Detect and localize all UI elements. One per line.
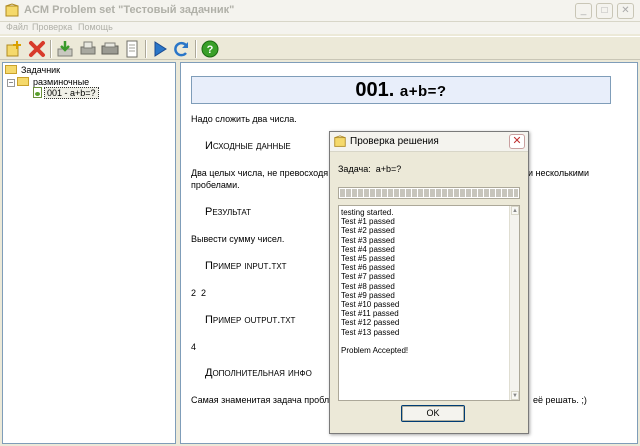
close-icon: ✕ — [512, 135, 522, 147]
maximize-button[interactable]: □ — [596, 3, 613, 19]
sample-output-heading: Пример output.txt — [205, 314, 296, 326]
collapse-icon[interactable]: − — [7, 79, 15, 87]
toolbar-separator — [195, 40, 197, 58]
problem-solved-icon — [33, 87, 42, 98]
sample-output: 4 — [191, 342, 197, 352]
main-window: ACM Problem set "Тестовый задачник" _ □ … — [0, 0, 640, 446]
task-value: a+b=? — [375, 164, 402, 174]
print-preview-icon[interactable] — [100, 39, 120, 59]
problem-title: 001. a+b=? — [191, 76, 611, 104]
document-icon[interactable] — [122, 39, 142, 59]
problem-statement: Надо сложить два числа. — [191, 114, 297, 124]
extra-text-left: Самая знаменитая задача пробле — [191, 395, 335, 405]
app-icon — [5, 3, 19, 17]
toolbar: ? — [0, 36, 640, 60]
app-icon — [334, 135, 346, 147]
close-button[interactable]: ✕ — [617, 3, 634, 19]
problem-code: 001. — [355, 79, 395, 101]
input-text-right: и несколькими — [528, 168, 589, 178]
check-solution-dialog: Проверка решения ✕ Задача: a+b=? testing… — [329, 131, 529, 434]
sample-input-heading: Пример input.txt — [205, 260, 287, 272]
folder-icon — [5, 65, 17, 74]
task-label: Задача: — [338, 164, 371, 174]
log-line: Test #10 passed — [341, 300, 400, 310]
dialog-close-button[interactable]: ✕ — [509, 134, 525, 149]
tree-root-label: Задачник — [21, 65, 61, 75]
log-spacer — [341, 337, 509, 346]
log-line: Test #11 passed — [341, 309, 399, 319]
help-icon[interactable]: ? — [200, 39, 220, 59]
problem-name: a+b=? — [399, 83, 447, 100]
menu-check[interactable]: Проверка — [32, 22, 72, 32]
extra-text-right: её решать. ;) — [533, 395, 587, 405]
minimize-button[interactable]: _ — [575, 3, 592, 19]
log-scrollbar[interactable]: ▲ ▼ — [509, 206, 519, 400]
maximize-icon: □ — [601, 5, 608, 16]
add-icon[interactable] — [4, 39, 24, 59]
test-log[interactable]: testing started. Test #1 passed Test #2 pa… — [338, 205, 520, 401]
tree-group-label: разминочные — [33, 77, 90, 87]
title-bar[interactable]: ACM Problem set "Тестовый задачник" _ □ … — [0, 0, 640, 22]
print-icon[interactable] — [78, 39, 98, 59]
folder-icon — [17, 77, 29, 86]
problem-tree[interactable]: Задачник − разминочные 001 - a+b=? — [2, 62, 176, 444]
log-line: Test #13 passed — [341, 327, 400, 337]
delete-icon[interactable] — [27, 39, 47, 59]
log-line: Test #4 passed — [341, 244, 395, 254]
menu-file[interactable]: Файл — [6, 22, 28, 32]
progress-fill — [340, 189, 518, 197]
ok-button[interactable]: OK — [401, 405, 465, 422]
window-title: ACM Problem set "Тестовый задачник" — [24, 4, 235, 16]
close-icon: ✕ — [621, 5, 630, 16]
log-line: Test #12 passed — [341, 318, 400, 328]
sample-input: 2 2 — [191, 288, 207, 298]
input-text-line2: пробелами. — [191, 180, 240, 190]
tree-item-problem[interactable]: 001 - a+b=? — [33, 87, 99, 99]
minimize-icon: _ — [580, 5, 587, 16]
log-line: testing started. — [341, 208, 394, 217]
log-line: Test #8 passed — [341, 281, 395, 291]
toolbar-separator — [145, 40, 147, 58]
input-text-left: Два целых числа, не превосходя — [191, 168, 329, 178]
log-line: Test #7 passed — [341, 272, 395, 282]
log-line: Test #9 passed — [341, 290, 395, 300]
dialog-title: Проверка решения — [350, 136, 439, 147]
menu-help[interactable]: Помощь — [78, 22, 113, 32]
progress-bar — [338, 187, 520, 199]
input-heading: Исходные данные — [205, 140, 291, 152]
toolbar-separator — [50, 40, 52, 58]
task-row: Задача: a+b=? — [338, 164, 401, 174]
tree-root[interactable]: Задачник — [5, 64, 62, 76]
log-line: Test #2 passed — [341, 226, 395, 236]
output-heading: Результат — [205, 206, 251, 218]
menu-bar: Файл Проверка Помощь — [0, 22, 640, 34]
import-icon[interactable] — [55, 39, 75, 59]
log-line: Test #3 passed — [341, 235, 395, 245]
log-lines: testing started. Test #1 passed Test #2 pa… — [341, 208, 509, 355]
log-line: Problem Accepted! — [341, 345, 409, 355]
dialog-title-bar[interactable]: Проверка решения ✕ — [330, 132, 528, 152]
refresh-icon[interactable] — [172, 39, 192, 59]
run-icon[interactable] — [150, 39, 170, 59]
output-text: Вывести сумму чисел. — [191, 234, 285, 244]
extra-heading: Дополнительная инфо — [205, 367, 312, 379]
log-line: Test #6 passed — [341, 263, 395, 273]
scroll-down-icon[interactable]: ▼ — [511, 391, 519, 400]
tree-item-label: 001 - a+b=? — [44, 87, 99, 99]
svg-text:?: ? — [207, 44, 214, 56]
log-line: Test #5 passed — [341, 254, 395, 264]
log-line: Test #1 passed — [341, 217, 395, 227]
scroll-up-icon[interactable]: ▲ — [511, 206, 519, 215]
